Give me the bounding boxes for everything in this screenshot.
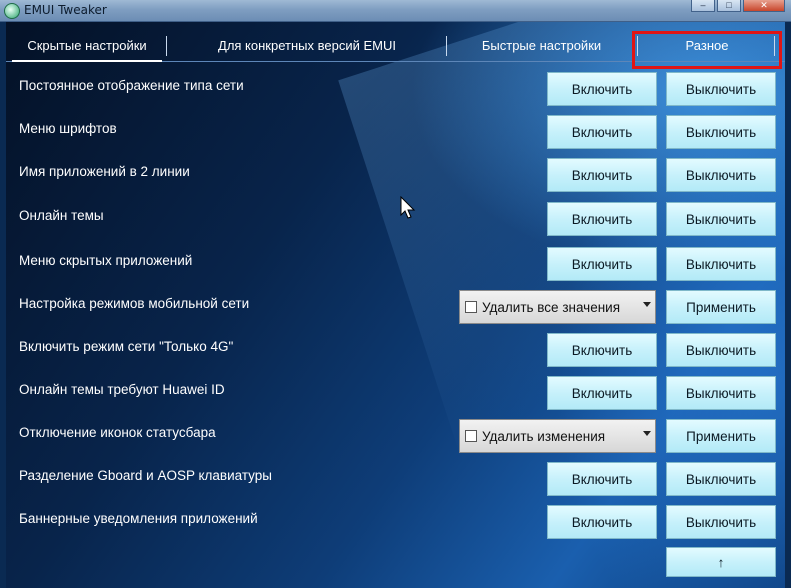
tab-separator: [446, 36, 447, 56]
disable-button[interactable]: Выключить: [666, 505, 776, 539]
app-icon: [4, 3, 20, 19]
main-panel: Скрытые настройки Для конкретных версий …: [6, 22, 785, 588]
setting-row: Настройка режимов мобильной сети Удалить…: [6, 290, 785, 324]
setting-label: Настройка режимов мобильной сети: [19, 296, 250, 311]
checkbox[interactable]: [465, 301, 477, 313]
setting-label: Разделение Gboard и AOSP клавиатуры: [19, 468, 272, 483]
tab-quick-settings[interactable]: Быстрые настройки: [454, 30, 629, 60]
setting-row: Постоянное отображение типа сети Включит…: [6, 72, 785, 106]
setting-row: Разделение Gboard и AOSP клавиатуры Вклю…: [6, 462, 785, 496]
setting-label: Отключение иконок статусбара: [19, 425, 216, 440]
disable-button[interactable]: Выключить: [666, 462, 776, 496]
setting-row: Онлайн темы требуют Huawei ID Включить В…: [6, 376, 785, 410]
disable-button[interactable]: Выключить: [666, 247, 776, 281]
checkbox[interactable]: [465, 430, 477, 442]
disable-button[interactable]: Выключить: [666, 72, 776, 106]
tab-label: Скрытые настройки: [27, 37, 147, 53]
active-tab-indicator: [12, 60, 162, 62]
tab-label: Для конкретных версий EMUI: [218, 37, 396, 53]
close-button[interactable]: ✕: [743, 0, 785, 12]
enable-button[interactable]: Включить: [547, 376, 657, 410]
disable-button[interactable]: Выключить: [666, 202, 776, 236]
setting-label: Меню шрифтов: [19, 121, 117, 136]
maximize-button[interactable]: □: [717, 0, 741, 12]
enable-button[interactable]: Включить: [547, 115, 657, 149]
setting-label: Баннерные уведомления приложений: [19, 511, 258, 526]
dropdown-value: Удалить все значения: [482, 299, 621, 315]
tab-highlight-box: [632, 31, 782, 69]
scroll-top-button[interactable]: ↑: [666, 547, 776, 577]
mouse-cursor-icon: [400, 196, 416, 219]
window-title: EMUI Tweaker: [24, 3, 107, 17]
setting-label: Имя приложений в 2 линии: [19, 164, 190, 179]
chevron-down-icon: [643, 431, 651, 436]
enable-button[interactable]: Включить: [547, 247, 657, 281]
window-controls: – □ ✕: [691, 0, 785, 12]
apply-button[interactable]: Применить: [666, 419, 776, 453]
disable-button[interactable]: Выключить: [666, 376, 776, 410]
setting-row: Включить режим сети "Только 4G" Включить…: [6, 333, 785, 367]
setting-row: Имя приложений в 2 линии Включить Выключ…: [6, 158, 785, 192]
enable-button[interactable]: Включить: [547, 462, 657, 496]
disable-button[interactable]: Выключить: [666, 333, 776, 367]
chevron-down-icon: [643, 302, 651, 307]
disable-button[interactable]: Выключить: [666, 115, 776, 149]
setting-row: Онлайн темы Включить Выключить: [6, 202, 785, 236]
enable-button[interactable]: Включить: [547, 333, 657, 367]
enable-button[interactable]: Включить: [547, 72, 657, 106]
setting-row: Баннерные уведомления приложений Включит…: [6, 505, 785, 539]
setting-row: Меню скрытых приложений Включить Выключи…: [6, 247, 785, 281]
enable-button[interactable]: Включить: [547, 158, 657, 192]
dropdown-value: Удалить изменения: [482, 428, 606, 444]
enable-button[interactable]: Включить: [547, 505, 657, 539]
tab-emui-versions[interactable]: Для конкретных версий EMUI: [176, 30, 438, 60]
setting-label: Онлайн темы требуют Huawei ID: [19, 382, 225, 397]
setting-row: Отключение иконок статусбара Удалить изм…: [6, 419, 785, 453]
tab-label: Быстрые настройки: [481, 37, 602, 53]
tab-separator: [166, 36, 167, 56]
minimize-button[interactable]: –: [691, 0, 715, 12]
enable-button[interactable]: Включить: [547, 202, 657, 236]
tab-hidden-settings[interactable]: Скрытые настройки: [12, 30, 162, 62]
setting-label: Меню скрытых приложений: [19, 253, 193, 268]
title-bar: EMUI Tweaker – □ ✕: [0, 0, 791, 22]
disable-button[interactable]: Выключить: [666, 158, 776, 192]
apply-button[interactable]: Применить: [666, 290, 776, 324]
setting-row: Меню шрифтов Включить Выключить: [6, 115, 785, 149]
setting-label: Включить режим сети "Только 4G": [19, 339, 234, 354]
statusbar-icons-dropdown[interactable]: Удалить изменения: [459, 419, 656, 453]
network-modes-dropdown[interactable]: Удалить все значения: [459, 290, 656, 324]
setting-label: Постоянное отображение типа сети: [19, 78, 244, 93]
setting-label: Онлайн темы: [19, 208, 104, 223]
